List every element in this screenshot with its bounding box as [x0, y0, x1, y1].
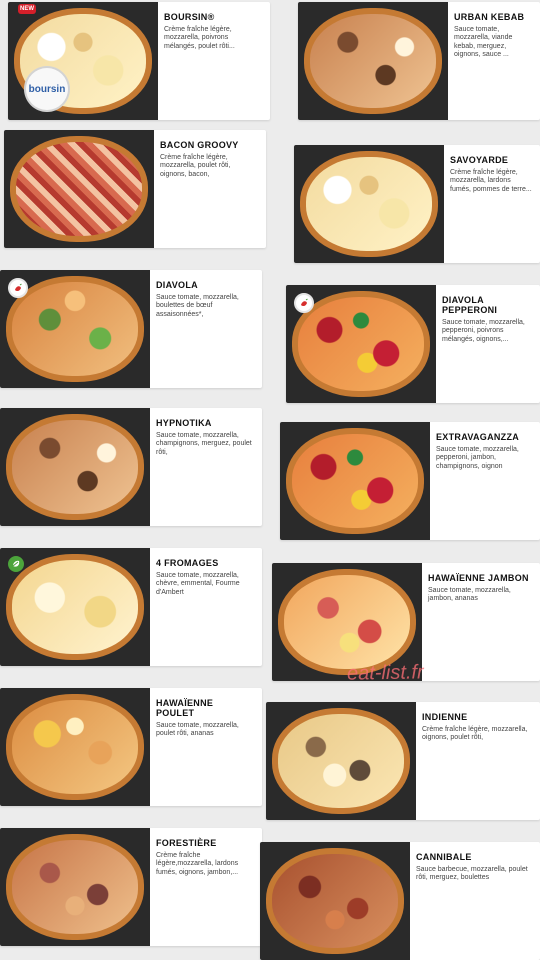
pizza-extravaganzza-visual: [286, 428, 424, 534]
chili-icon: [8, 278, 28, 298]
leaf-icon: [8, 556, 24, 572]
pizza-description: Crème fraîche légère,mozzarella, lardons…: [156, 852, 239, 876]
pizza-name: CANNIBALE: [416, 852, 472, 862]
pizza-description: Crème fraîche légère, mozzarella, poulet…: [160, 154, 231, 178]
pizza-card-bacon-groovy[interactable]: BACON GROOVY Crème fraîche légère, mozza…: [4, 130, 266, 248]
pizza-description: Sauce tomate, mozzarella, boulettes de b…: [156, 294, 239, 318]
pizza-description: Sauce tomate, mozzarella, champignons, m…: [156, 432, 252, 456]
pizza-card-diavola-pepperoni[interactable]: DIAVOLA PEPPERONI Sauce tomate, mozzarel…: [286, 285, 540, 403]
pizza-image-savoyarde: [294, 145, 444, 263]
pizza-description: Crème fraîche légère, mozzarella, oignon…: [422, 726, 528, 742]
pizza-card-hypnotika[interactable]: HYPNOTIKA Sauce tomate, mozzarella, cham…: [0, 408, 262, 526]
pizza-indienne-visual: [272, 708, 410, 814]
watermark-text: eat-list.fr: [346, 661, 424, 685]
pizza-name: HAWAÏENNE POULET: [156, 698, 214, 718]
boursin-logo: boursin: [24, 66, 70, 112]
pizza-hypnotika-visual: [6, 414, 144, 520]
pizza-image-bacon-groovy: [4, 130, 154, 248]
pizza-hawaienne-poulet-visual: [6, 694, 144, 800]
pizza-info: URBAN KEBAB Sauce tomate, mozzarella, vi…: [454, 12, 532, 59]
pizza-info: SAVOYARDE Crème fraîche légère, mozzarel…: [450, 155, 532, 194]
pizza-name: HAWAÏENNE JAMBON: [428, 573, 529, 583]
pizza-image-extravaganzza: [280, 422, 430, 540]
new-badge: NEW: [18, 4, 36, 14]
pizza-card-forestiere[interactable]: FORESTIÈRE Crème fraîche légère,mozzarel…: [0, 828, 262, 946]
pizza-info: EXTRAVAGANZZA Sauce tomate, mozzarella, …: [436, 432, 532, 471]
pizza-card-urban-kebab[interactable]: URBAN KEBAB Sauce tomate, mozzarella, vi…: [298, 2, 540, 120]
pizza-image-diavola-pepperoni: [286, 285, 436, 403]
pizza-cannibale-visual: [266, 848, 404, 954]
pizza-info: HYPNOTIKA Sauce tomate, mozzarella, cham…: [156, 418, 254, 457]
pizza-info: DIAVOLA PEPPERONI Sauce tomate, mozzarel…: [442, 295, 532, 344]
pizza-card-indienne[interactable]: INDIENNE Crème fraîche légère, mozzarell…: [266, 702, 540, 820]
pizza-name: SAVOYARDE: [450, 155, 509, 165]
pizza-description: Crème fraîche légère, mozzarella, lardon…: [450, 169, 532, 193]
pizza-savoyarde-visual: [300, 151, 438, 257]
pizza-image-urban-kebab: [298, 2, 448, 120]
pizza-name: FORESTIÈRE: [156, 838, 217, 848]
pizza-image-forestiere: [0, 828, 150, 946]
chili-icon: [294, 293, 314, 313]
pizza-info: DIAVOLA Sauce tomate, mozzarella, boulet…: [156, 280, 254, 319]
pizza-name: EXTRAVAGANZZA: [436, 432, 520, 442]
pizza-urban-kebab-visual: [304, 8, 442, 114]
pizza-card-4-fromages[interactable]: 4 FROMAGES Sauce tomate, mozzarella, chè…: [0, 548, 262, 666]
pizza-info: BOURSIN® Crème fraîche légère, mozzarell…: [164, 12, 262, 51]
pizza-name: BACON GROOVY: [160, 140, 239, 150]
pizza-description: Sauce tomate, mozzarella, pepperoni, poi…: [442, 319, 525, 343]
pizza-image-hypnotika: [0, 408, 150, 526]
pizza-info: INDIENNE Crème fraîche légère, mozzarell…: [422, 712, 532, 743]
pizza-card-hawaienne-poulet[interactable]: HAWAÏENNE POULET Sauce tomate, mozzarell…: [0, 688, 262, 806]
pizza-info: 4 FROMAGES Sauce tomate, mozzarella, chè…: [156, 558, 254, 597]
pizza-info: CANNIBALE Sauce barbecue, mozzarella, po…: [416, 852, 532, 883]
pizza-description: Sauce tomate, mozzarella, pepperoni, jam…: [436, 446, 519, 470]
pizza-image-boursin: NEW boursin: [8, 2, 158, 120]
pizza-info: HAWAÏENNE JAMBON Sauce tomate, mozzarell…: [428, 573, 532, 604]
pizza-image-indienne: [266, 702, 416, 820]
pizza-image-4-fromages: [0, 548, 150, 666]
pizza-description: Sauce tomate, mozzarella, jambon, ananas: [428, 587, 511, 603]
pizza-image-cannibale: [260, 842, 410, 960]
pizza-image-diavola: [0, 270, 150, 388]
pizza-description: Sauce tomate, mozzarella, chèvre, emment…: [156, 572, 240, 596]
pizza-name: INDIENNE: [422, 712, 468, 722]
pizza-card-extravaganzza[interactable]: EXTRAVAGANZZA Sauce tomate, mozzarella, …: [280, 422, 540, 540]
pizza-4-fromages-visual: [6, 554, 144, 660]
pizza-description: Sauce tomate, mozzarella, poulet rôti, a…: [156, 722, 239, 738]
pizza-description: Sauce tomate, mozzarella, viande kebab, …: [454, 26, 513, 58]
pizza-card-cannibale[interactable]: CANNIBALE Sauce barbecue, mozzarella, po…: [260, 842, 540, 960]
pizza-name: HYPNOTIKA: [156, 418, 212, 428]
pizza-card-diavola[interactable]: DIAVOLA Sauce tomate, mozzarella, boulet…: [0, 270, 262, 388]
pizza-info: FORESTIÈRE Crème fraîche légère,mozzarel…: [156, 838, 254, 877]
pizza-name: DIAVOLA: [156, 280, 198, 290]
pizza-name: BOURSIN®: [164, 12, 215, 22]
pizza-info: HAWAÏENNE POULET Sauce tomate, mozzarell…: [156, 698, 254, 739]
pizza-description: Crème fraîche légère, mozzarella, poivro…: [164, 26, 235, 50]
pizza-hawaienne-jambon-visual: [278, 569, 416, 675]
pizza-card-boursin[interactable]: NEW boursin BOURSIN® Crème fraîche légèr…: [8, 2, 270, 120]
pizza-description: Sauce barbecue, mozzarella, poulet rôti,…: [416, 866, 528, 882]
pizza-menu-page: NEW boursin BOURSIN® Crème fraîche légèr…: [0, 0, 540, 960]
pizza-info: BACON GROOVY Crème fraîche légère, mozza…: [160, 140, 258, 179]
pizza-card-savoyarde[interactable]: SAVOYARDE Crème fraîche légère, mozzarel…: [294, 145, 540, 263]
pizza-image-hawaienne-poulet: [0, 688, 150, 806]
pizza-name: DIAVOLA PEPPERONI: [442, 295, 498, 315]
pizza-name: URBAN KEBAB: [454, 12, 525, 22]
pizza-forestiere-visual: [6, 834, 144, 940]
pizza-bacon-groovy-visual: [10, 136, 148, 242]
pizza-name: 4 FROMAGES: [156, 558, 219, 568]
